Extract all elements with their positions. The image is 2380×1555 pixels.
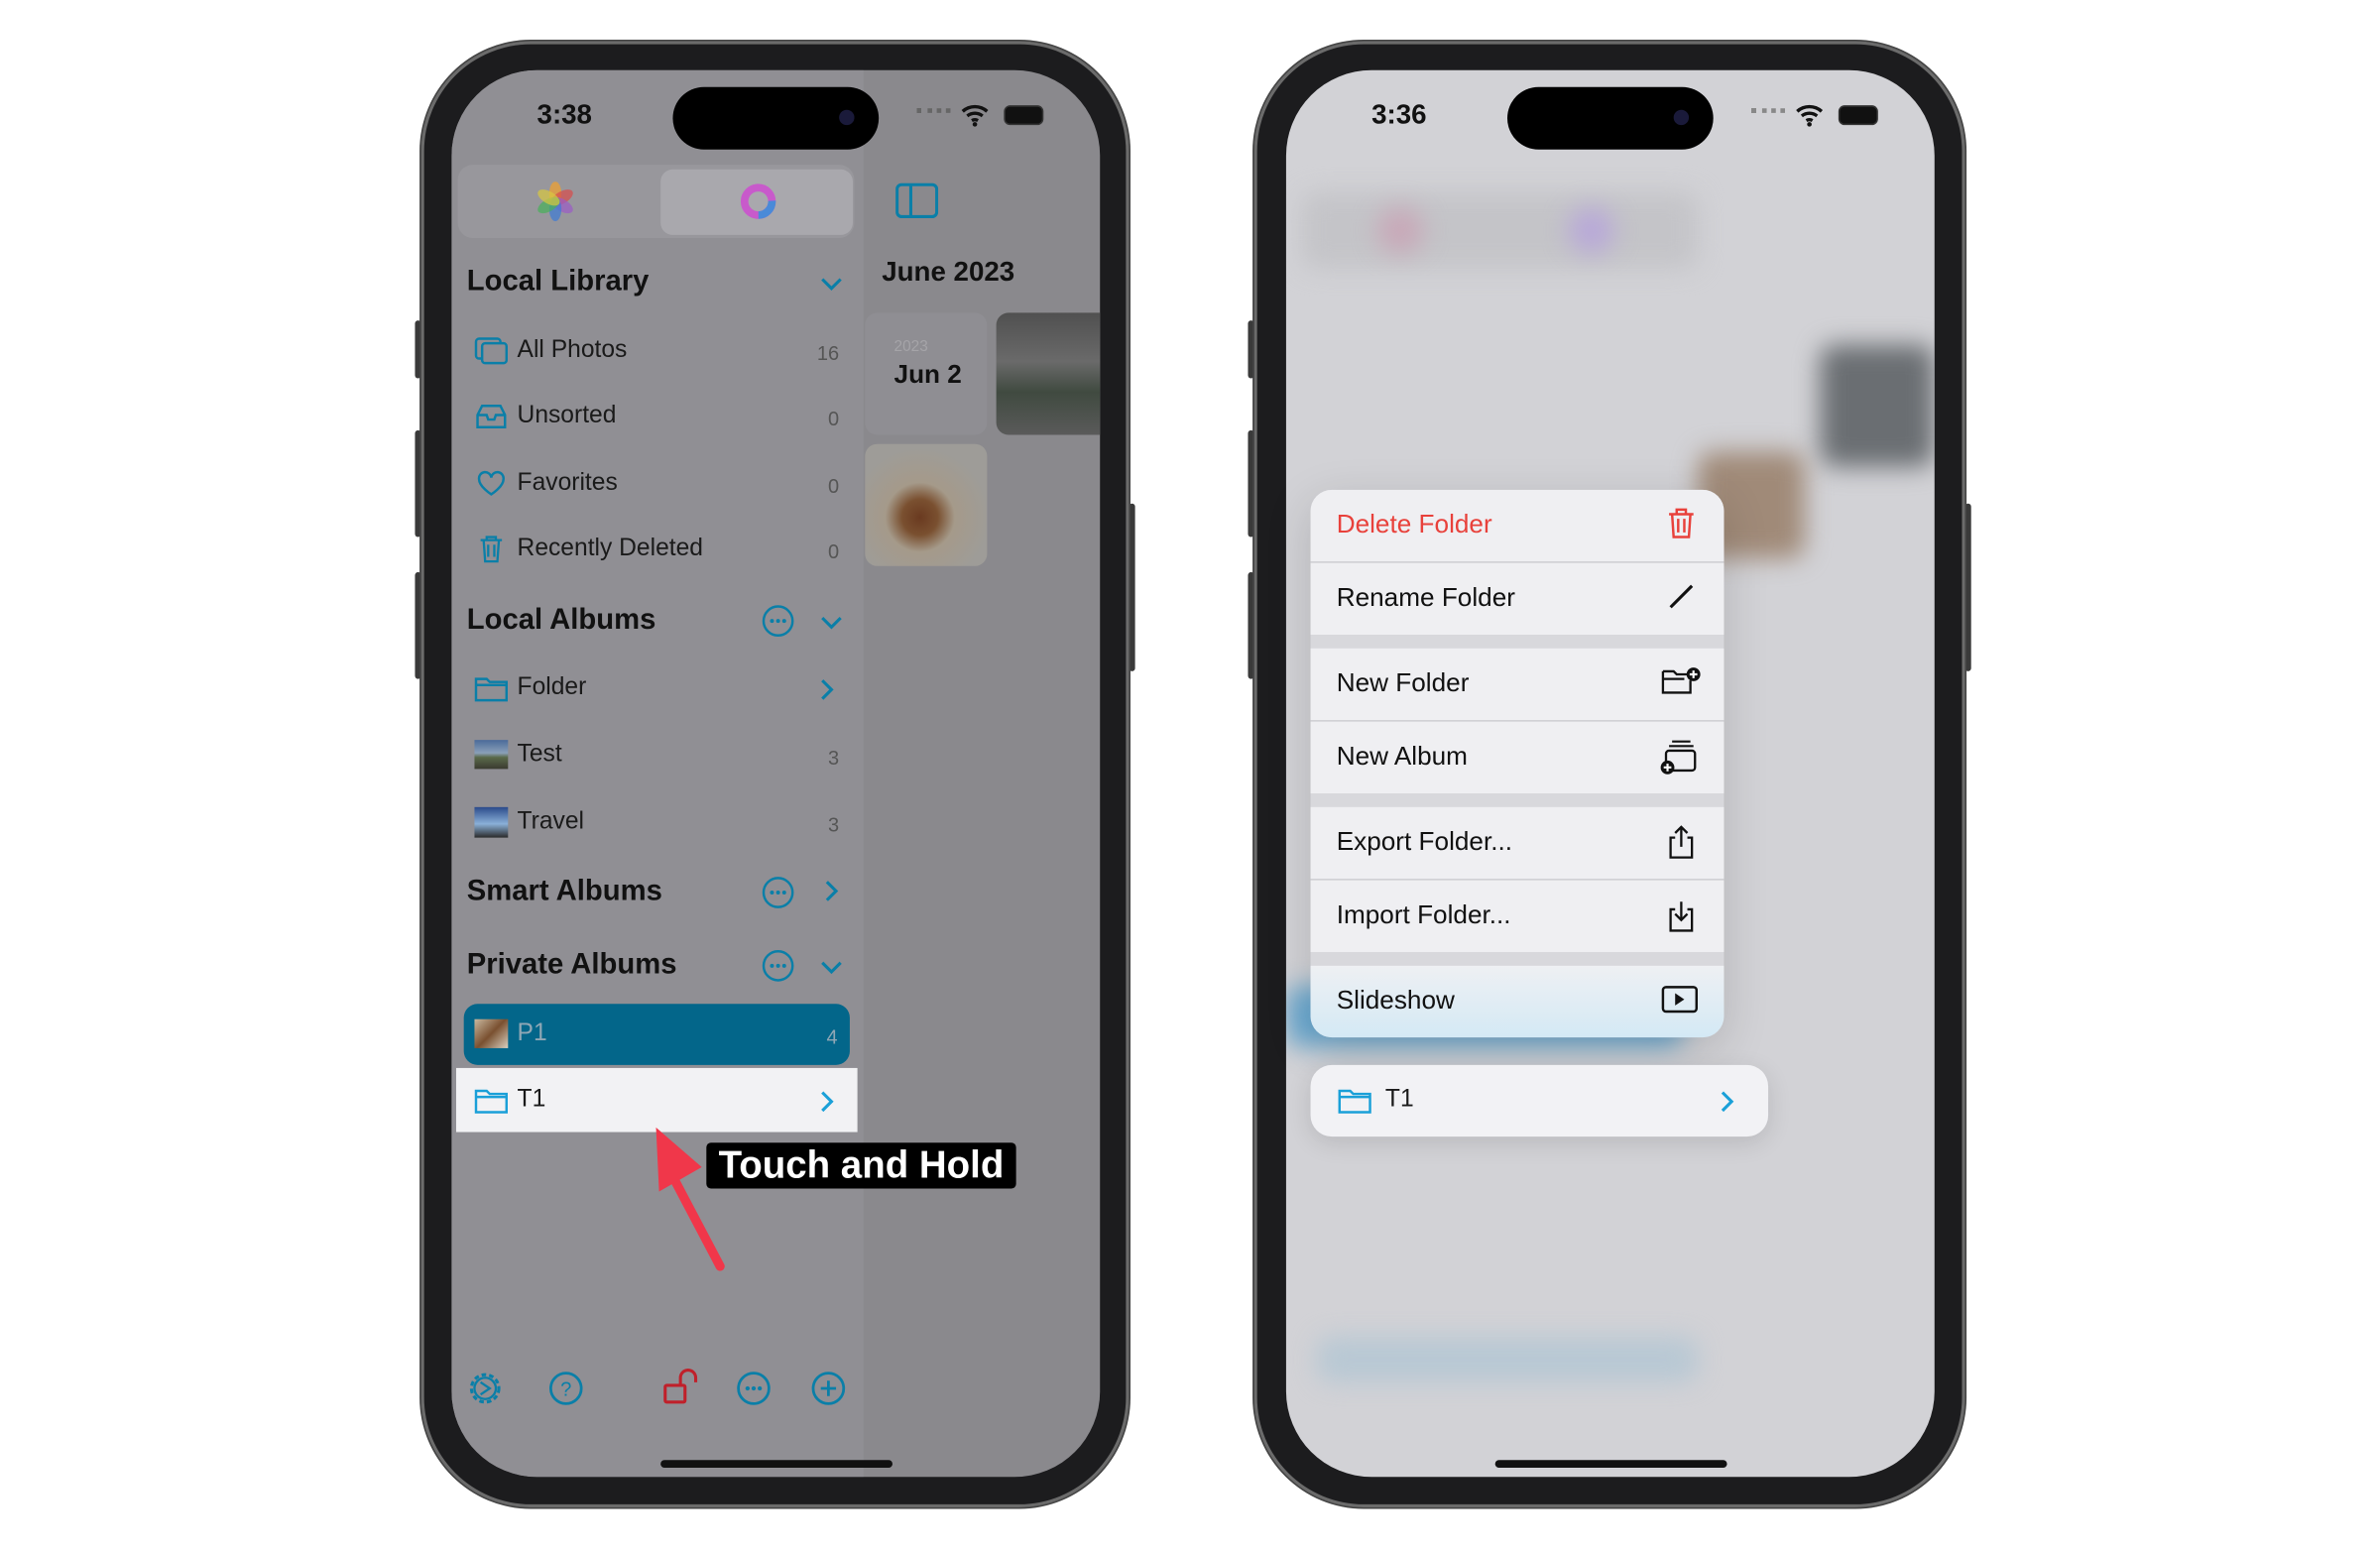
date-year: 2023: [893, 338, 928, 356]
add-icon[interactable]: [810, 1371, 847, 1407]
status-time: 3:36: [1371, 98, 1427, 130]
menu-item-new-folder[interactable]: New Folder: [1310, 648, 1725, 721]
chevron-down-icon[interactable]: [819, 958, 844, 976]
section-local-albums[interactable]: Local Albums: [467, 604, 656, 638]
blurred-background: [1377, 207, 1424, 254]
photo-thumbnail-food[interactable]: [865, 443, 988, 566]
item-label: Test: [517, 741, 562, 768]
chevron-right-icon: [821, 1091, 834, 1113]
album-thumbnail: [474, 1018, 509, 1048]
item-label: T1: [517, 1086, 546, 1113]
album-thumbnail: [474, 806, 509, 838]
battery-icon: [1838, 105, 1878, 126]
item-label: Folder: [517, 673, 587, 701]
item-count: 0: [828, 474, 840, 498]
chevron-right-icon: [821, 679, 834, 700]
item-label: T1: [1384, 1086, 1414, 1113]
item-count: 16: [816, 341, 840, 365]
home-indicator: [660, 1460, 892, 1468]
context-menu: Delete Folder Rename Folder New Folder N…: [1310, 489, 1725, 1038]
item-count: 3: [828, 812, 840, 837]
menu-item-new-album[interactable]: New Album: [1310, 721, 1725, 793]
menu-item-label: Delete Folder: [1336, 509, 1492, 539]
menu-item-label: New Folder: [1336, 667, 1470, 698]
item-label: Travel: [517, 808, 585, 835]
item-label: Favorites: [517, 469, 618, 496]
menu-item-import-folder[interactable]: Import Folder...: [1310, 880, 1725, 952]
photo-thumbnail-tree[interactable]: [996, 312, 1101, 435]
blurred-background: [1820, 344, 1935, 467]
item-count: 3: [828, 746, 840, 770]
menu-item-label: Import Folder...: [1336, 899, 1511, 929]
sidebar-item-p1[interactable]: P1 4: [463, 1004, 850, 1065]
item-count: 0: [828, 407, 840, 430]
battery-icon: [1004, 105, 1044, 126]
menu-item-label: Export Folder...: [1336, 826, 1513, 857]
private-library-icon[interactable]: [739, 181, 778, 221]
item-count: 4: [826, 1024, 838, 1048]
share-icon: [1669, 825, 1694, 859]
item-count: 0: [828, 539, 840, 563]
signal-icon: [916, 108, 951, 119]
folder-icon: [474, 1089, 508, 1114]
menu-item-delete-folder[interactable]: Delete Folder: [1310, 489, 1725, 562]
dynamic-island: [672, 86, 880, 150]
wifi-icon: [961, 104, 989, 127]
section-smart-albums[interactable]: Smart Albums: [467, 876, 662, 909]
ellipsis-circle-icon[interactable]: [762, 604, 795, 638]
folder-icon: [474, 677, 508, 702]
menu-item-export-folder[interactable]: Export Folder...: [1310, 806, 1725, 880]
dynamic-island: [1506, 86, 1714, 150]
blurred-background: [1568, 207, 1614, 254]
annotation-label: Touch and Hold: [706, 1142, 1016, 1189]
chevron-right-icon: [1721, 1091, 1734, 1113]
menu-item-label: Slideshow: [1336, 985, 1455, 1016]
sidebar-toggle-icon[interactable]: [895, 182, 939, 220]
photos-stack-icon: [474, 337, 508, 365]
status-time: 3:38: [536, 98, 592, 130]
preview-row-t1[interactable]: T1: [1310, 1064, 1769, 1137]
import-icon: [1669, 901, 1694, 932]
more-ellipsis-icon[interactable]: [736, 1371, 773, 1407]
trash-icon: [480, 536, 503, 563]
trash-icon: [1669, 508, 1694, 538]
album-thumbnail: [474, 740, 509, 770]
svg-text:?: ?: [560, 1379, 571, 1401]
pencil-icon: [1669, 584, 1694, 609]
home-indicator: [1494, 1460, 1727, 1468]
chevron-down-icon[interactable]: [819, 613, 844, 631]
menu-item-rename-folder[interactable]: Rename Folder: [1310, 562, 1725, 635]
settings-gear-icon[interactable]: [467, 1371, 504, 1407]
signal-icon: [1751, 108, 1785, 119]
play-rectangle-icon: [1661, 986, 1698, 1014]
unlock-icon[interactable]: [662, 1369, 702, 1408]
folder-icon: [1338, 1089, 1371, 1114]
item-label: Unsorted: [517, 403, 617, 429]
date-card: 2023 Jun 2: [865, 312, 988, 435]
section-private-albums[interactable]: Private Albums: [467, 949, 677, 983]
item-label: Recently Deleted: [517, 535, 703, 562]
item-label: All Photos: [517, 336, 628, 364]
power-button: [1964, 503, 1971, 671]
folder-plus-icon: [1661, 667, 1701, 694]
ellipsis-circle-icon[interactable]: [762, 876, 795, 909]
blurred-background: [1301, 191, 1699, 269]
month-title: June 2023: [882, 256, 1015, 288]
blurred-background: [1316, 1336, 1699, 1382]
menu-item-slideshow[interactable]: Slideshow: [1310, 965, 1725, 1038]
album-plus-icon: [1660, 740, 1697, 775]
photos-app-icon[interactable]: [536, 181, 575, 222]
ellipsis-circle-icon[interactable]: [762, 949, 795, 983]
chevron-down-icon[interactable]: [819, 275, 844, 293]
date-day: Jun 2: [893, 360, 962, 390]
chevron-right-icon[interactable]: [824, 881, 839, 902]
heart-icon: [477, 470, 505, 496]
item-label: P1: [517, 1020, 547, 1047]
section-local-library[interactable]: Local Library: [467, 266, 650, 299]
menu-item-label: New Album: [1336, 741, 1468, 771]
menu-item-label: Rename Folder: [1336, 582, 1515, 612]
wifi-icon: [1796, 104, 1824, 127]
tray-icon: [476, 404, 507, 428]
help-icon[interactable]: ?: [547, 1371, 584, 1407]
